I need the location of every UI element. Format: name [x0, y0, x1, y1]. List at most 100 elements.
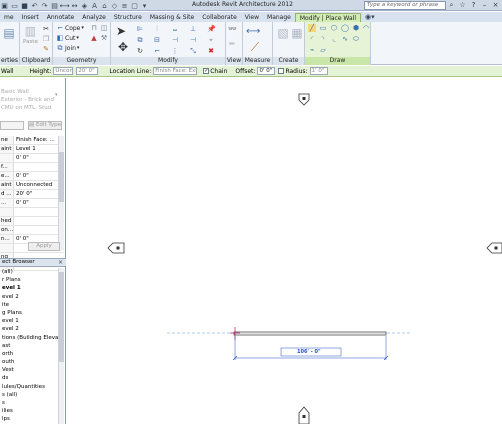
type-properties-button[interactable]: ▤: [2, 26, 16, 40]
help-icon[interactable]: ?: [469, 1, 478, 10]
dropdown-icon[interactable]: ▾: [140, 1, 149, 10]
tab-collaborate[interactable]: Collaborate: [198, 13, 241, 22]
redo-icon[interactable]: ↷: [40, 1, 49, 10]
cut-geometry-button[interactable]: ◧ Cut ▾: [56, 34, 79, 42]
search-icon[interactable]: ⌕: [447, 1, 456, 10]
browser-tree-item[interactable]: orth: [0, 350, 58, 358]
temporary-dimension[interactable]: [232, 336, 389, 361]
open-icon[interactable]: ▭: [10, 1, 19, 10]
close-icon[interactable]: ×: [58, 259, 63, 266]
property-row[interactable]: f...: [0, 163, 64, 172]
section-icon[interactable]: ◇: [110, 1, 119, 10]
property-value[interactable]: 20' 0": [14, 190, 64, 198]
override-button[interactable]: ✏: [228, 40, 236, 48]
create-similar-button[interactable]: ▦: [290, 26, 304, 40]
property-row[interactable]: ... 0' 0": [0, 199, 64, 208]
browser-tree-item[interactable]: lules/Quantities: [0, 383, 58, 391]
draw-rectangle-button[interactable]: ▭: [319, 24, 327, 32]
property-row[interactable]: aint Level 1: [0, 145, 64, 154]
property-row[interactable]: hed: [0, 217, 64, 226]
property-value[interactable]: [14, 226, 64, 234]
property-row[interactable]: ne Finish Face: ...: [0, 136, 64, 145]
copy-clip-button[interactable]: ❐: [42, 35, 50, 43]
browser-tree-item[interactable]: s: [0, 399, 58, 407]
3d-view-icon[interactable]: ⌂: [100, 1, 109, 10]
tab-home[interactable]: me: [0, 13, 18, 22]
height-select[interactable]: Unconi: [53, 67, 74, 75]
array-button[interactable]: ⋮: [171, 47, 179, 55]
draw-ellipse-button[interactable]: ⬭: [352, 35, 360, 43]
browser-tree-item[interactable]: ast: [0, 342, 58, 350]
browser-tree-item[interactable]: lps: [0, 415, 58, 423]
location-line-select[interactable]: Finish Face: Ext: [153, 67, 198, 75]
align-button[interactable]: ⊫: [136, 25, 144, 33]
elevation-marker-west[interactable]: [107, 242, 125, 254]
height-offset-input[interactable]: 20' 0": [76, 67, 99, 75]
elevation-marker-east[interactable]: [486, 242, 502, 254]
property-value[interactable]: 0' 0": [14, 172, 64, 180]
browser-tree-item[interactable]: g Plans: [0, 309, 58, 317]
draw-polygon-button[interactable]: ⬡: [330, 24, 338, 32]
tab-annotate[interactable]: Annotate: [43, 13, 78, 22]
instance-filter-select[interactable]: [0, 121, 24, 130]
measure-button[interactable]: ⟷: [246, 25, 260, 39]
browser-tree-item[interactable]: ite: [0, 301, 58, 309]
property-row[interactable]: on...: [0, 226, 64, 235]
split-button[interactable]: ⊣: [171, 36, 179, 44]
browser-tree-item[interactable]: evel 1: [0, 284, 58, 292]
radius-checkbox[interactable]: [278, 68, 285, 74]
trim-button[interactable]: ⌐: [153, 47, 161, 55]
elevation-marker-south[interactable]: [298, 406, 310, 424]
browser-tree-item[interactable]: s (all): [0, 391, 58, 399]
dimension-label[interactable]: 106' - 0": [297, 349, 321, 355]
browser-tree-item[interactable]: r Plans: [0, 276, 58, 284]
print-icon[interactable]: ▤: [50, 1, 59, 10]
hide-button[interactable]: 👓: [228, 25, 237, 33]
join-button[interactable]: ⧉ Join ▾: [56, 44, 80, 52]
offset-button[interactable]: ⫶: [153, 25, 161, 33]
browser-tree-item[interactable]: evel 1: [0, 317, 58, 325]
draw-tangent-arc-button[interactable]: ◝: [319, 35, 327, 43]
dimension-button[interactable]: ⟋: [248, 40, 262, 54]
edit-type-button[interactable]: ▤ Edit Type: [28, 121, 62, 130]
property-row[interactable]: aint Unconnected: [0, 181, 64, 190]
split-gap-button[interactable]: ⊣: [189, 36, 197, 44]
properties-scrollbar[interactable]: [58, 136, 64, 251]
browser-tree-item[interactable]: ilies: [0, 407, 58, 415]
unpin-button[interactable]: ⌖: [207, 36, 215, 44]
draw-polygon-circumscribed-button[interactable]: ⬢: [352, 24, 360, 32]
tab-insert[interactable]: Insert: [18, 13, 43, 22]
split-face-button[interactable]: ◫: [100, 24, 108, 32]
browser-tree-item[interactable]: (all): [0, 268, 58, 276]
browser-tree-item[interactable]: evel 2: [0, 325, 58, 333]
ribbon-toggle-icon[interactable]: ◉▾: [365, 13, 375, 22]
browser-scrollbar-thumb[interactable]: [59, 272, 64, 362]
browser-tree-item[interactable]: evel 2: [0, 293, 58, 301]
tab-structure[interactable]: Structure: [110, 13, 146, 22]
property-row[interactable]: 0' 0": [0, 154, 64, 163]
trim-extend-button[interactable]: ⊥: [189, 25, 197, 33]
mirror-axis-button[interactable]: ⊟: [153, 36, 161, 44]
property-row[interactable]: e... 0' 0": [0, 172, 64, 181]
tab-massing-site[interactable]: Massing & Site: [146, 13, 198, 22]
browser-tree-item[interactable]: tions (Building Elevation): [0, 334, 58, 342]
dimension-icon[interactable]: ↔: [70, 1, 79, 10]
copy-button[interactable]: ⧉: [136, 36, 144, 44]
subscription-icon[interactable]: ☆: [458, 1, 467, 10]
cope-button[interactable]: ⌐ Cope ▾: [56, 24, 84, 32]
measure-icon[interactable]: ⟷: [59, 1, 69, 10]
property-value[interactable]: 0' 0": [14, 154, 64, 162]
property-row[interactable]: d ... 20' 0": [0, 190, 64, 199]
property-value[interactable]: Level 1: [14, 145, 64, 153]
elevation-marker-north[interactable]: [298, 93, 310, 106]
pick-faces-button[interactable]: ▱: [319, 46, 327, 54]
tab-analyze[interactable]: Analyze: [78, 13, 110, 22]
pin-button[interactable]: 📌: [207, 25, 216, 33]
draw-spline-button[interactable]: ∿: [341, 35, 349, 43]
app-menu-icon[interactable]: ▣: [0, 1, 9, 10]
property-value[interactable]: [14, 217, 64, 225]
save-icon[interactable]: ■: [20, 1, 29, 10]
minimize-icon[interactable]: –: [480, 1, 489, 10]
properties-scrollbar-thumb[interactable]: [59, 152, 64, 202]
move-button[interactable]: ✥: [116, 40, 130, 54]
